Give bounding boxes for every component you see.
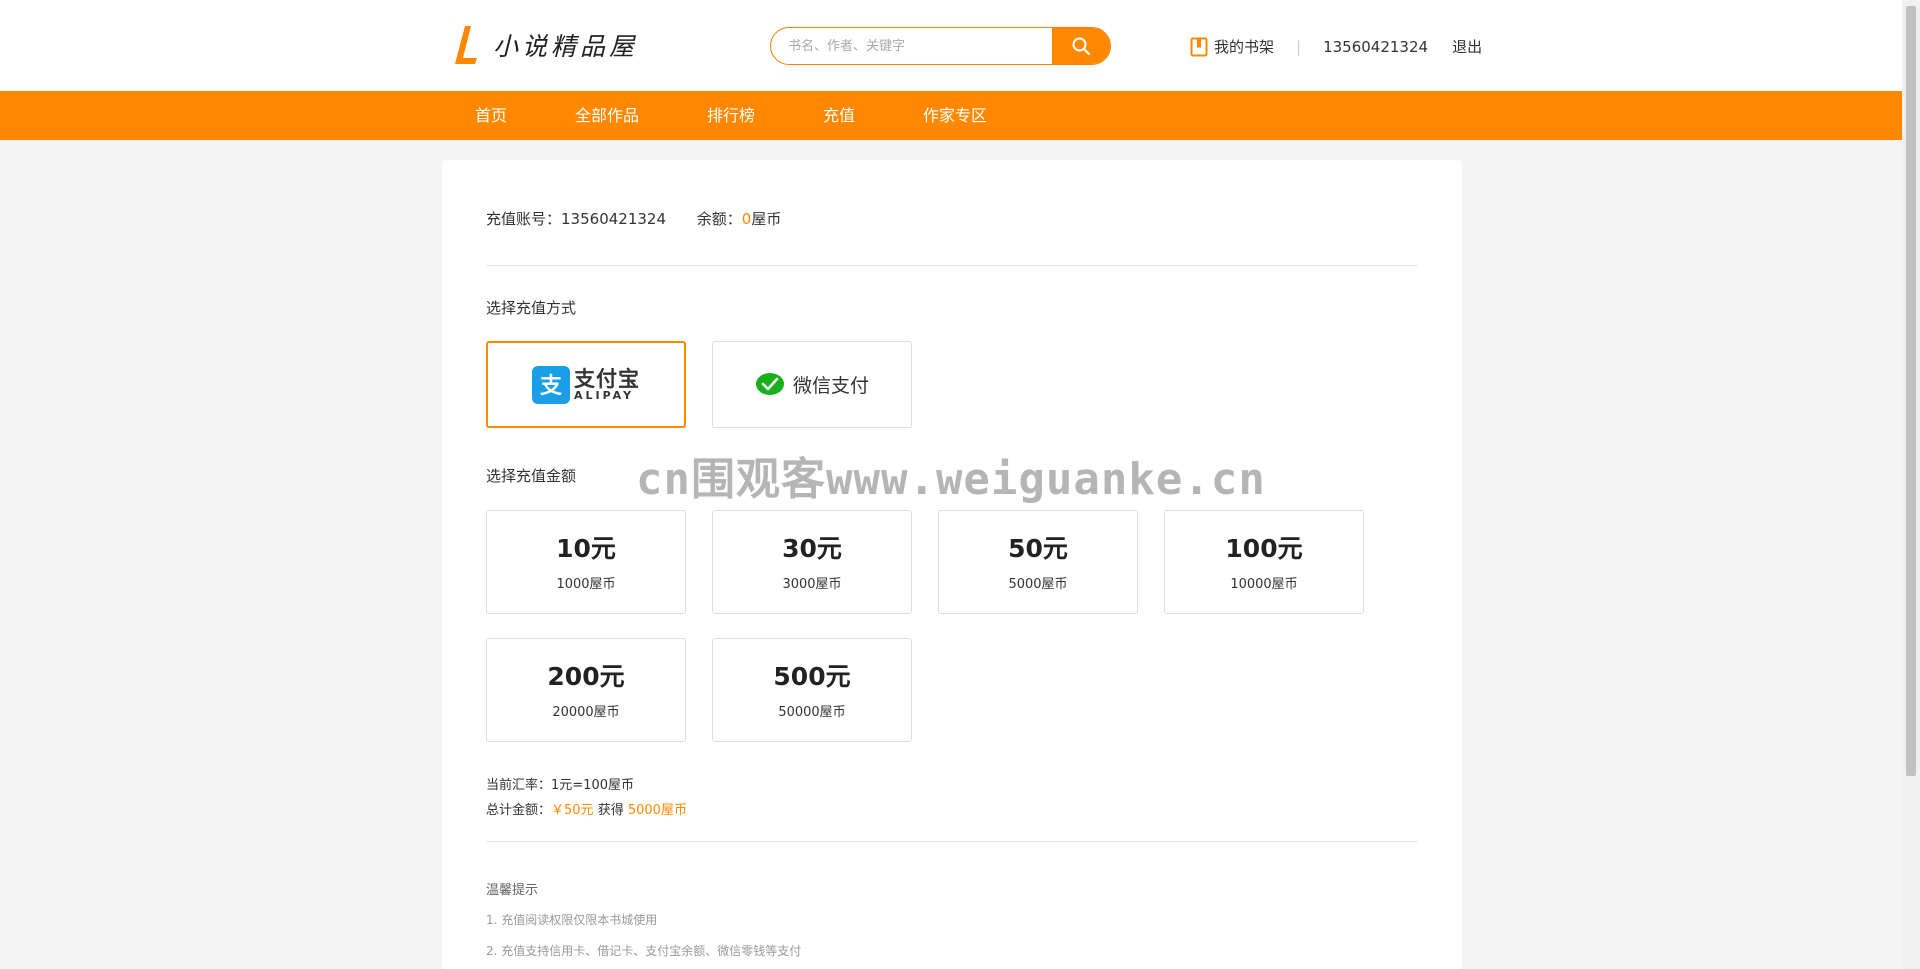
nav-item-rankings[interactable]: 排行榜 [707, 91, 755, 140]
header-separator: | [1296, 37, 1302, 56]
amount-coins: 1000屋币 [556, 577, 616, 592]
rate-label: 当前汇率： [486, 778, 552, 793]
alipay-option[interactable]: 支 支付宝 ALIPAY [486, 341, 686, 428]
exchange-rate: 当前汇率：1元=100屋币 [486, 774, 634, 793]
amount-yuan: 100元 [1225, 534, 1303, 563]
get-label: 获得 [597, 803, 624, 818]
amount-yuan: 30元 [782, 534, 842, 563]
amount-option-30[interactable]: 30元 3000屋币 [712, 510, 912, 614]
header: 小说精品屋 我的书架 | 13560421324 退出 [0, 0, 1902, 91]
amount-option-200[interactable]: 200元 20000屋币 [486, 638, 686, 742]
tip-item: 2. 充值支持信用卡、借记卡、支付宝余额、微信零钱等支付 [486, 944, 802, 958]
amount-yuan: 50元 [1008, 534, 1068, 563]
amount-coins: 10000屋币 [1230, 577, 1298, 592]
account-value: 13560421324 [561, 210, 666, 228]
amount-option-10[interactable]: 10元 1000屋币 [486, 510, 686, 614]
svg-text:支: 支 [540, 374, 563, 399]
main-nav: 首页 全部作品 排行榜 充值 作家专区 [0, 91, 1902, 140]
search-input[interactable] [771, 28, 1052, 64]
username-link[interactable]: 13560421324 [1323, 38, 1428, 56]
wechat-icon [755, 372, 784, 395]
alipay-label: 支付宝 [574, 366, 640, 391]
amount-title: 选择充值金额 [486, 467, 577, 485]
user-area: 我的书架 | 13560421324 退出 [1190, 36, 1482, 57]
balance-label: 余额： [696, 210, 742, 228]
search-button[interactable] [1052, 28, 1110, 64]
total-label: 总计金额： [486, 803, 552, 818]
site-logo[interactable]: 小说精品屋 [453, 24, 638, 66]
total-amount: 总计金额：￥50元 获得 5000屋币 [486, 799, 687, 818]
amount-yuan: 200元 [547, 662, 625, 691]
nav-item-recharge[interactable]: 充值 [823, 91, 855, 140]
account-label: 充值账号： [486, 210, 562, 228]
watermark: cn围观客www.weiguanke.cn [636, 454, 1266, 505]
alipay-en-label: ALIPAY [574, 388, 635, 402]
amount-coins: 20000屋币 [552, 705, 620, 720]
bookshelf-icon [1190, 37, 1208, 56]
amount-option-500[interactable]: 500元 50000屋币 [712, 638, 912, 742]
recharge-card: 充值账号：13560421324 余额：0屋币 选择充值方式 支 支付宝 ALI… [442, 160, 1462, 969]
logout-link[interactable]: 退出 [1452, 36, 1482, 57]
nav-item-home[interactable]: 首页 [475, 91, 507, 140]
wechat-pay-option[interactable]: 微信支付 [712, 341, 912, 428]
balance-value: 0 [741, 210, 752, 228]
tips-title: 温馨提示 [486, 883, 539, 898]
nav-item-author-zone[interactable]: 作家专区 [923, 91, 987, 140]
nav-item-all-works[interactable]: 全部作品 [575, 91, 639, 140]
scrollbar-thumb[interactable] [1906, 6, 1916, 776]
tip-item: 1. 充值阅读权限仅限本书城使用 [486, 913, 658, 927]
logo-mark-icon [453, 24, 479, 66]
amount-coins: 50000屋币 [778, 705, 846, 720]
wechat-pay-label: 微信支付 [792, 375, 869, 397]
amount-coins: 5000屋币 [1008, 577, 1068, 592]
amount-yuan: 10元 [556, 534, 616, 563]
balance-unit: 屋币 [751, 210, 782, 228]
amount-coins: 3000屋币 [782, 577, 842, 592]
amount-yuan: 500元 [773, 662, 851, 691]
search-bar [770, 27, 1111, 65]
amount-option-100[interactable]: 100元 10000屋币 [1164, 510, 1364, 614]
search-icon [1072, 37, 1091, 56]
divider [486, 265, 1418, 266]
bookshelf-link[interactable]: 我的书架 [1214, 36, 1274, 57]
amount-option-50[interactable]: 50元 5000屋币 [938, 510, 1138, 614]
divider [486, 841, 1418, 842]
logo-text: 小说精品屋 [493, 32, 639, 61]
total-amount-value: ￥50元 [551, 803, 594, 818]
payment-method-title: 选择充值方式 [486, 299, 577, 317]
rate-value: 1元=100屋币 [551, 778, 634, 793]
account-info: 充值账号：13560421324 余额：0屋币 [486, 208, 781, 229]
alipay-icon: 支 [532, 365, 570, 404]
total-coins-value: 5000屋币 [627, 803, 687, 818]
page-scrollbar[interactable] [1902, 0, 1920, 969]
